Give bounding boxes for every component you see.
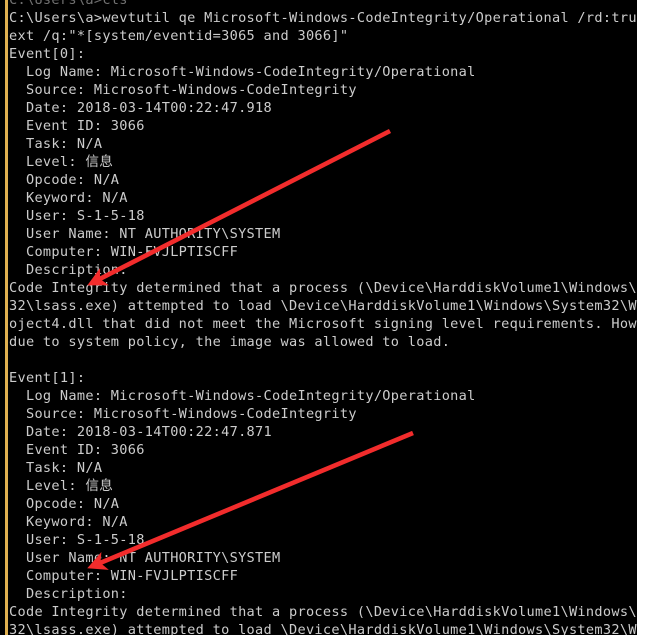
event0-keyword: Keyword: N/A xyxy=(9,190,128,206)
event1-task: Task: N/A xyxy=(9,460,103,476)
console-output-text: C:\Users\a>cls C:\Users\a>wevtutil qe Mic… xyxy=(9,0,637,635)
left-accent-bar xyxy=(5,0,8,635)
event0-user: User: S-1-5-18 xyxy=(9,208,145,224)
command-line-1: C:\Users\a>wevtutil qe Microsoft-Windows… xyxy=(9,10,637,26)
event1-level: Level: 信息 xyxy=(9,478,114,494)
event1-desc-2: 32\lsass.exe) attempted to load \Device\… xyxy=(9,622,637,635)
event0-event-id: Event ID: 3066 xyxy=(9,118,145,134)
event0-header: Event[0]: xyxy=(9,46,86,62)
event0-desc-2: 32\lsass.exe) attempted to load \Device\… xyxy=(9,298,637,314)
command-line-2: ext /q:"*[system/eventid=3065 and 3066]" xyxy=(9,28,349,44)
screenshot-root: C:\Users\a>cls C:\Users\a>wevtutil qe Mic… xyxy=(0,0,645,635)
event0-task: Task: N/A xyxy=(9,136,103,152)
event0-desc-1: Code Integrity determined that a process… xyxy=(9,280,637,296)
event1-computer: Computer: WIN-FVJLPTISCFF xyxy=(9,568,239,584)
event1-log-name: Log Name: Microsoft-Windows-CodeIntegrit… xyxy=(9,388,476,404)
clipped-top-line: C:\Users\a>cls xyxy=(9,0,128,8)
event0-desc-3: oject4.dll that did not meet the Microso… xyxy=(9,316,637,332)
right-edge-strip xyxy=(637,0,645,635)
event0-opcode: Opcode: N/A xyxy=(9,172,120,188)
event0-level: Level: 信息 xyxy=(9,154,114,170)
event0-desc-4: due to system policy, the image was allo… xyxy=(9,334,451,350)
event1-description: Description: xyxy=(9,586,128,602)
event1-event-id: Event ID: 3066 xyxy=(9,442,145,458)
event1-source: Source: Microsoft-Windows-CodeIntegrity xyxy=(9,406,357,422)
event0-user-name: User Name: NT AUTHORITY\SYSTEM xyxy=(9,226,281,242)
command-prompt-console[interactable]: C:\Users\a>cls C:\Users\a>wevtutil qe Mic… xyxy=(0,0,637,635)
event1-keyword: Keyword: N/A xyxy=(9,514,128,530)
event0-description: Description: xyxy=(9,262,128,278)
event0-source: Source: Microsoft-Windows-CodeIntegrity xyxy=(9,82,357,98)
event1-header: Event[1]: xyxy=(9,370,86,386)
event0-date: Date: 2018-03-14T00:22:47.918 xyxy=(9,100,273,116)
event0-log-name: Log Name: Microsoft-Windows-CodeIntegrit… xyxy=(9,64,476,80)
event1-date: Date: 2018-03-14T00:22:47.871 xyxy=(9,424,273,440)
event1-user-name: User Name: NT AUTHORITY\SYSTEM xyxy=(9,550,281,566)
event1-desc-1: Code Integrity determined that a process… xyxy=(9,604,637,620)
event1-user: User: S-1-5-18 xyxy=(9,532,145,548)
event1-opcode: Opcode: N/A xyxy=(9,496,120,512)
event0-computer: Computer: WIN-FVJLPTISCFF xyxy=(9,244,239,260)
